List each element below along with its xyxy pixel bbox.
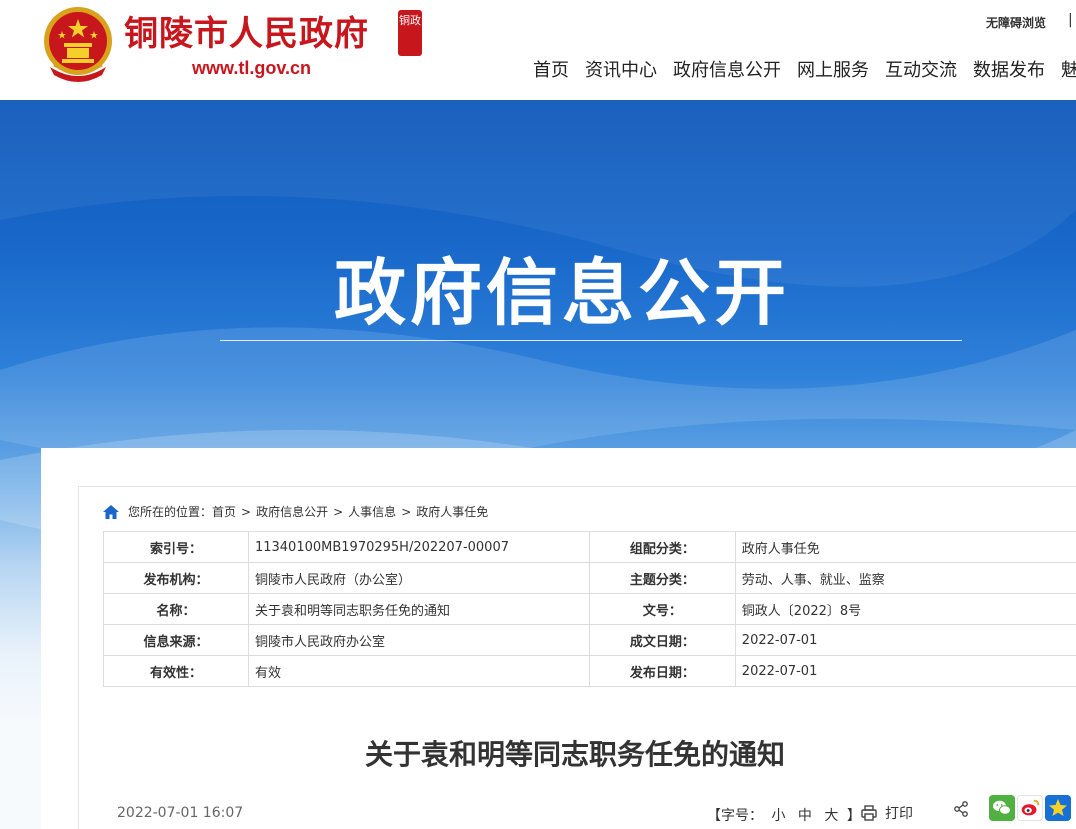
- seal-stamp-icon: 铜政: [398, 10, 422, 56]
- site-url[interactable]: www.tl.gov.cn: [192, 58, 311, 79]
- meta-label-validity: 有效性：: [103, 655, 249, 687]
- table-row: 信息来源： 铜陵市人民政府办公室 成文日期： 2022-07-01: [103, 624, 1076, 656]
- publish-date: 2022-07-01 16:07: [117, 805, 244, 821]
- site-title[interactable]: 铜陵市人民政府: [124, 6, 369, 55]
- font-small-button[interactable]: 小: [771, 808, 785, 824]
- table-row: 索引号： 11340100MB1970295H/202207-00007 组配分…: [103, 531, 1076, 563]
- meta-value-publish-date: 2022-07-01: [734, 655, 1076, 687]
- content-panel: 您所在的位置： 首页 > 政府信息公开 > 人事信息 > 政府人事任免 索引号：…: [41, 448, 1076, 829]
- print-label: 打印: [885, 806, 913, 822]
- breadcrumb-home[interactable]: 首页: [212, 503, 236, 520]
- meta-value-topic: 劳动、人事、就业、监察: [734, 562, 1076, 594]
- share-icon[interactable]: [953, 801, 969, 817]
- home-icon[interactable]: [102, 504, 120, 520]
- breadcrumb: 您所在的位置： 首页 > 政府信息公开 > 人事信息 > 政府人事任免: [102, 503, 488, 520]
- weibo-icon[interactable]: [1017, 795, 1043, 821]
- meta-label-written-date: 成文日期：: [588, 624, 736, 656]
- table-row: 发布机构： 铜陵市人民政府（办公室） 主题分类： 劳动、人事、就业、监察: [103, 562, 1076, 594]
- meta-value-doc-number: 铜政人〔2022〕8号: [734, 593, 1076, 625]
- nav-item-online-service[interactable]: 网上服务: [797, 56, 869, 82]
- nav-item-charm[interactable]: 魅: [1061, 56, 1076, 82]
- meta-value-category: 政府人事任免: [734, 531, 1076, 563]
- meta-label-doc-number: 文号：: [588, 593, 736, 625]
- font-size-control: 【字号： 小 中 大 】: [707, 805, 861, 825]
- print-icon: [861, 805, 877, 821]
- meta-label-publish-date: 发布日期：: [588, 655, 736, 687]
- nav-item-news[interactable]: 资讯中心: [585, 56, 657, 82]
- font-medium-button[interactable]: 中: [798, 808, 812, 824]
- banner-divider: [220, 340, 962, 341]
- meta-value-source: 铜陵市人民政府办公室: [247, 624, 590, 656]
- breadcrumb-appointments[interactable]: 政府人事任免: [416, 503, 488, 520]
- site-header: 铜陵市人民政府 铜政 www.tl.gov.cn 无障碍浏览 | 首页 资讯中心…: [0, 0, 1076, 100]
- font-size-suffix: 】: [846, 808, 861, 824]
- meta-label-source: 信息来源：: [103, 624, 249, 656]
- meta-value-publisher: 铜陵市人民政府（办公室）: [247, 562, 590, 594]
- meta-label-name: 名称：: [103, 593, 249, 625]
- star-favorite-icon[interactable]: [1045, 795, 1071, 821]
- breadcrumb-separator: >: [241, 504, 252, 519]
- meta-value-name: 关于袁和明等同志职务任免的通知: [247, 593, 590, 625]
- print-button[interactable]: 打印: [861, 803, 913, 823]
- nav-item-interaction[interactable]: 互动交流: [885, 56, 957, 82]
- top-separator: |: [1068, 12, 1073, 28]
- table-row: 有效性： 有效 发布日期： 2022-07-01: [103, 655, 1076, 687]
- nav-item-info-disclosure[interactable]: 政府信息公开: [673, 56, 781, 82]
- meta-value-index: 11340100MB1970295H/202207-00007: [247, 531, 590, 563]
- accessibility-link[interactable]: 无障碍浏览: [986, 14, 1046, 31]
- breadcrumb-separator: >: [333, 504, 344, 519]
- banner-title: 政府信息公开: [334, 251, 791, 335]
- meta-value-written-date: 2022-07-01: [734, 624, 1076, 656]
- table-row: 名称： 关于袁和明等同志职务任免的通知 文号： 铜政人〔2022〕8号: [103, 593, 1076, 625]
- meta-label-index: 索引号：: [103, 531, 249, 563]
- meta-label-publisher: 发布机构：: [103, 562, 249, 594]
- font-size-prefix: 【字号：: [707, 808, 763, 824]
- wechat-icon[interactable]: [989, 795, 1015, 821]
- font-large-button[interactable]: 大: [824, 808, 838, 824]
- breadcrumb-info-disclosure[interactable]: 政府信息公开: [256, 503, 328, 520]
- article-title: 关于袁和明等同志职务任免的通知: [364, 738, 785, 771]
- breadcrumb-personnel-info[interactable]: 人事信息: [348, 503, 396, 520]
- main-nav: 首页 资讯中心 政府信息公开 网上服务 互动交流 数据发布 魅: [533, 56, 1076, 82]
- breadcrumb-separator: >: [401, 504, 412, 519]
- meta-label-category: 组配分类：: [588, 531, 736, 563]
- content-inner: 您所在的位置： 首页 > 政府信息公开 > 人事信息 > 政府人事任免 索引号：…: [78, 486, 1076, 829]
- meta-table: 索引号： 11340100MB1970295H/202207-00007 组配分…: [103, 531, 1076, 687]
- meta-label-topic: 主题分类：: [588, 562, 736, 594]
- national-emblem-icon[interactable]: [40, 5, 116, 85]
- meta-value-validity: 有效: [247, 655, 590, 687]
- breadcrumb-prefix: 您所在的位置：: [128, 505, 213, 519]
- nav-item-home[interactable]: 首页: [533, 56, 569, 82]
- nav-item-data-release[interactable]: 数据发布: [973, 56, 1045, 82]
